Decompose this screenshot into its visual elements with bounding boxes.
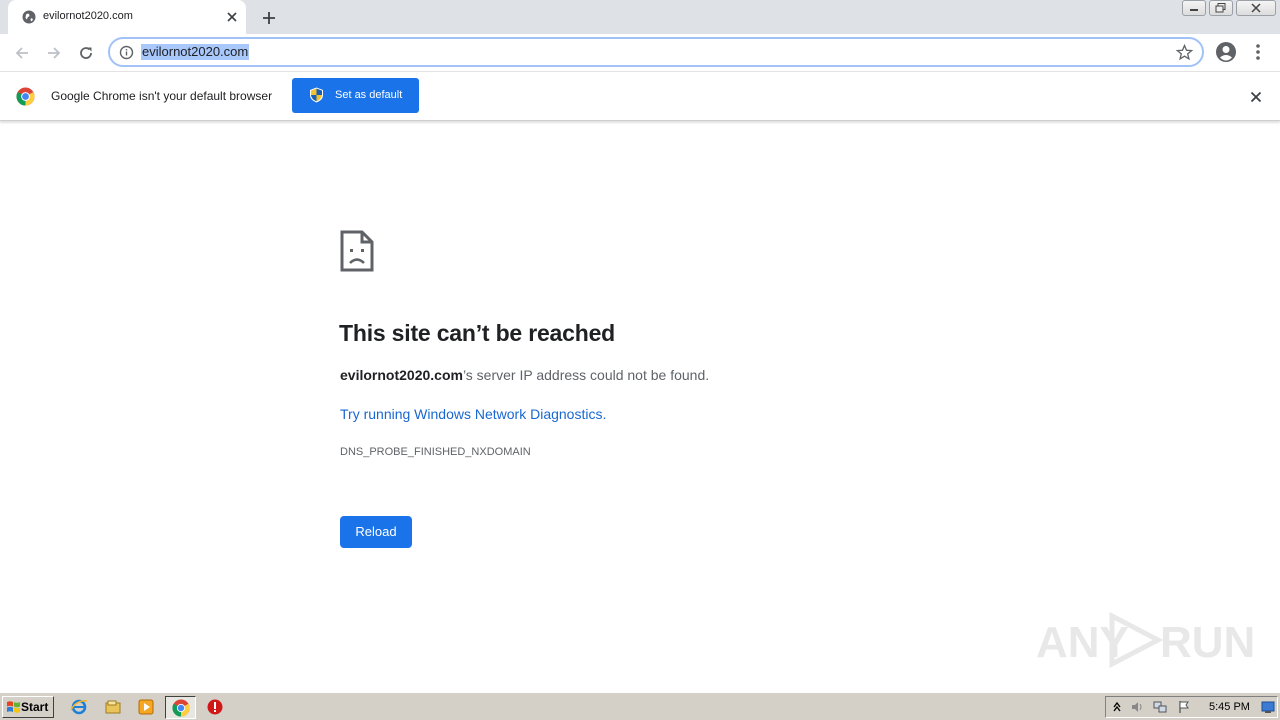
error-message-text: ’s server IP address could not be found. bbox=[462, 367, 710, 383]
window-controls bbox=[1182, 0, 1279, 18]
network-icon[interactable] bbox=[1153, 700, 1167, 714]
bookmark-star-icon[interactable] bbox=[1176, 44, 1193, 61]
play-logo-icon bbox=[1109, 612, 1164, 668]
tab-title: evilornot2020.com bbox=[43, 10, 133, 22]
volume-icon[interactable] bbox=[1130, 700, 1144, 714]
media-player-icon[interactable] bbox=[137, 698, 155, 716]
infobar-message: Google Chrome isn't your default browser bbox=[51, 89, 273, 103]
tab-active[interactable]: evilornot2020.com bbox=[8, 0, 246, 34]
url-text[interactable]: evilornot2020.com bbox=[141, 44, 250, 60]
windows-logo-icon bbox=[7, 701, 20, 713]
start-label: Start bbox=[21, 700, 49, 714]
minimize-button[interactable] bbox=[1182, 0, 1206, 16]
reload-button[interactable]: Reload bbox=[340, 516, 412, 548]
restore-icon bbox=[1215, 3, 1226, 13]
start-button[interactable]: Start bbox=[2, 696, 54, 718]
new-tab-icon[interactable] bbox=[260, 9, 278, 27]
default-browser-infobar: Google Chrome isn't your default browser… bbox=[0, 71, 1280, 121]
chrome-icon bbox=[172, 699, 190, 717]
action-center-flag-icon[interactable] bbox=[1177, 700, 1191, 714]
chrome-taskbar-button[interactable] bbox=[165, 696, 196, 719]
error-message: evilornot2020.com’s server IP address co… bbox=[340, 367, 709, 383]
network-diagnostics-link[interactable]: Try running Windows Network Diagnostics. bbox=[340, 406, 606, 422]
error-heading: This site can’t be reached bbox=[339, 320, 616, 346]
profile-icon[interactable] bbox=[1215, 41, 1237, 63]
sad-document-icon bbox=[340, 230, 374, 272]
taskbar: Start 5:45 PM bbox=[0, 692, 1280, 720]
system-tray: 5:45 PM bbox=[1105, 696, 1278, 718]
watermark-right: RUN bbox=[1160, 618, 1256, 667]
reload-icon[interactable] bbox=[76, 43, 96, 63]
restore-button[interactable] bbox=[1209, 0, 1233, 16]
close-window-icon bbox=[1251, 3, 1261, 13]
minimize-icon bbox=[1190, 9, 1198, 11]
close-window-button[interactable] bbox=[1236, 0, 1276, 16]
show-desktop-icon[interactable] bbox=[1261, 700, 1275, 714]
file-explorer-icon[interactable] bbox=[104, 698, 122, 716]
more-menu-icon[interactable] bbox=[1250, 42, 1266, 62]
set-as-default-button[interactable]: Set as default bbox=[292, 78, 419, 113]
info-icon[interactable] bbox=[119, 45, 134, 60]
shield-icon bbox=[310, 87, 323, 103]
tab-strip: evilornot2020.com bbox=[0, 0, 1280, 34]
anyrun-watermark: ANY RUN bbox=[1036, 608, 1255, 668]
error-code: DNS_PROBE_FINISHED_NXDOMAIN bbox=[340, 446, 531, 458]
stop-sign-icon[interactable] bbox=[206, 698, 224, 716]
show-hidden-icons-icon[interactable] bbox=[1110, 700, 1124, 714]
close-icon[interactable] bbox=[1248, 89, 1264, 105]
close-icon[interactable] bbox=[224, 9, 240, 25]
back-arrow-icon[interactable] bbox=[12, 43, 32, 63]
chrome-logo-icon bbox=[16, 87, 35, 106]
clock[interactable]: 5:45 PM bbox=[1209, 701, 1250, 713]
globe-icon bbox=[22, 10, 36, 24]
toolbar: evilornot2020.com bbox=[0, 34, 1280, 71]
forward-arrow-icon[interactable] bbox=[44, 43, 64, 63]
set-as-default-label: Set as default bbox=[335, 89, 403, 101]
address-bar[interactable]: evilornot2020.com bbox=[108, 37, 1204, 67]
error-domain: evilornot2020.com bbox=[340, 367, 463, 383]
internet-explorer-icon[interactable] bbox=[70, 698, 88, 716]
